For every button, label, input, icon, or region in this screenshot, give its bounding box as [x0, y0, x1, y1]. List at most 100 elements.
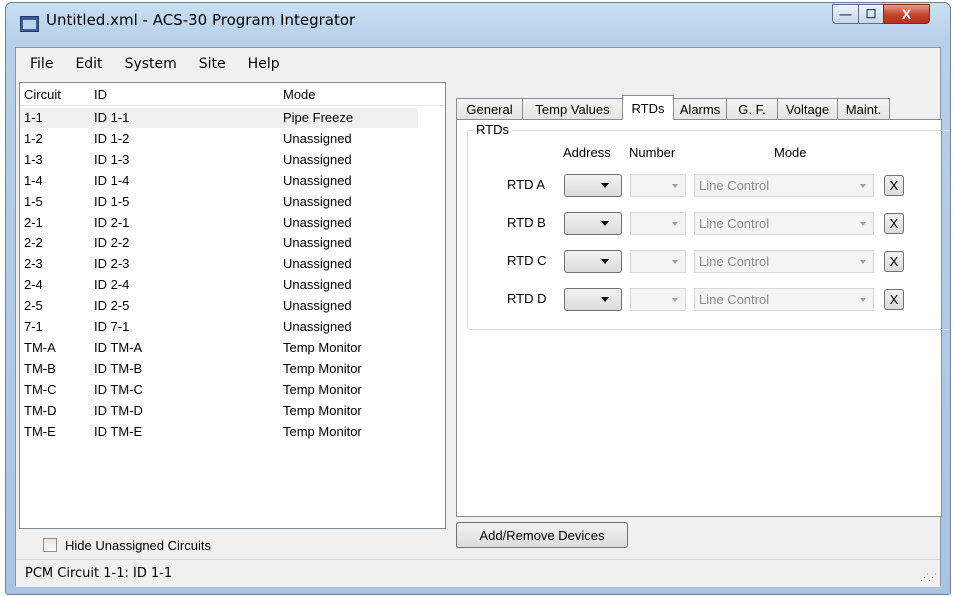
- menu-system[interactable]: System: [114, 54, 188, 74]
- tab-temp-values[interactable]: Temp Values: [522, 98, 623, 119]
- number-dropdown[interactable]: [630, 288, 686, 311]
- table-row[interactable]: 2-3 ID 2-3 Unassigned: [20, 254, 445, 274]
- remove-rtd-button[interactable]: X: [884, 213, 904, 234]
- app-icon: [20, 16, 39, 32]
- id-cell: ID 2-5: [94, 298, 130, 314]
- mode-cell: Unassigned: [283, 130, 352, 146]
- rtd-label: RTD D: [507, 291, 547, 306]
- circuit-cell: 2-5: [24, 298, 43, 314]
- mode-dropdown[interactable]: Line Control: [694, 212, 874, 235]
- close-button[interactable]: X: [883, 4, 930, 24]
- chevron-down-icon: [672, 222, 678, 226]
- circuit-cell: 1-1: [24, 110, 43, 125]
- table-row[interactable]: TM-C ID TM-C Temp Monitor: [20, 380, 445, 400]
- tab-rtds[interactable]: RTDs: [622, 95, 674, 120]
- mode-dropdown[interactable]: Line Control: [694, 288, 874, 311]
- chevron-down-icon: [672, 298, 678, 302]
- column-header-id[interactable]: ID: [94, 87, 107, 102]
- id-cell: ID TM-A: [94, 339, 143, 355]
- id-cell: ID TM-E: [94, 423, 143, 439]
- table-row[interactable]: TM-D ID TM-D Temp Monitor: [20, 401, 445, 421]
- table-row[interactable]: 2-4 ID 2-4 Unassigned: [20, 275, 445, 295]
- tab-maint[interactable]: Maint.: [837, 98, 890, 119]
- mode-dropdown[interactable]: Line Control: [694, 174, 874, 197]
- table-row[interactable]: TM-A ID TM-A Temp Monitor: [20, 338, 445, 358]
- chevron-down-icon: [860, 298, 866, 302]
- mode-cell: Temp Monitor: [283, 360, 362, 376]
- id-cell: ID 2-3: [94, 256, 130, 272]
- rtds-group-title: RTDs: [473, 122, 512, 137]
- minimize-button[interactable]: —: [832, 4, 859, 24]
- table-row[interactable]: 2-2 ID 2-2 Unassigned: [20, 233, 445, 253]
- tab-general[interactable]: General: [456, 98, 523, 119]
- table-row[interactable]: 1-3 ID 1-3 Unassigned: [20, 150, 445, 170]
- table-row[interactable]: 1-4 ID 1-4 Unassigned: [20, 171, 445, 191]
- menu-edit[interactable]: Edit: [64, 54, 113, 74]
- address-dropdown[interactable]: [564, 250, 622, 273]
- address-dropdown[interactable]: [564, 174, 622, 197]
- tab-alarms[interactable]: Alarms: [673, 98, 727, 119]
- mode-cell: Unassigned: [283, 172, 352, 188]
- remove-rtd-button[interactable]: X: [884, 251, 904, 272]
- table-row[interactable]: 2-1 ID 2-1 Unassigned: [20, 213, 445, 233]
- table-row[interactable]: 1-1 ID 1-1 Pipe Freeze: [20, 108, 418, 128]
- status-text: PCM Circuit 1-1: ID 1-1: [25, 566, 173, 581]
- circuit-cell: 2-3: [24, 256, 43, 272]
- chevron-down-icon: [601, 183, 609, 188]
- menu-site[interactable]: Site: [188, 54, 237, 74]
- table-row[interactable]: 1-5 ID 1-5 Unassigned: [20, 192, 445, 212]
- rtd-label: RTD A: [507, 177, 546, 192]
- app-window: Untitled.xml - ACS-30 Program Integrator…: [5, 2, 951, 595]
- table-row[interactable]: 7-1 ID 7-1 Unassigned: [20, 317, 445, 337]
- circuit-cell: 7-1: [24, 319, 43, 334]
- mode-cell: Unassigned: [283, 319, 352, 334]
- mode-cell: Temp Monitor: [283, 339, 362, 355]
- id-cell: ID TM-D: [94, 402, 143, 418]
- mode-cell: Unassigned: [283, 214, 352, 230]
- column-header-circuit[interactable]: Circuit: [24, 87, 61, 102]
- menu-file[interactable]: File: [16, 54, 64, 74]
- column-header-mode[interactable]: Mode: [283, 87, 316, 102]
- number-dropdown[interactable]: [630, 212, 686, 235]
- chevron-down-icon: [601, 259, 609, 264]
- circuit-list[interactable]: Circuit ID Mode 1-1 ID 1-1 Pipe Freeze 1-2 I…: [19, 82, 446, 529]
- mode-value: Line Control: [699, 178, 770, 193]
- remove-rtd-button[interactable]: X: [884, 175, 904, 196]
- id-cell: ID 1-3: [94, 151, 130, 167]
- table-row[interactable]: TM-B ID TM-B Temp Monitor: [20, 359, 445, 379]
- number-dropdown[interactable]: [630, 174, 686, 197]
- table-row[interactable]: 1-2 ID 1-2 Unassigned: [20, 129, 445, 149]
- hide-unassigned-label[interactable]: Hide Unassigned Circuits: [65, 538, 211, 553]
- mode-cell: Pipe Freeze: [283, 110, 354, 125]
- number-dropdown[interactable]: [630, 250, 686, 273]
- rtds-group: RTDs Address Number Mode RTD A Line Contr…: [467, 122, 950, 330]
- menu-help[interactable]: Help: [237, 54, 291, 74]
- remove-rtd-button[interactable]: X: [884, 289, 904, 310]
- circuit-cell: TM-C: [24, 381, 57, 397]
- circuit-cell: 2-1: [24, 214, 43, 230]
- maximize-button[interactable]: ☐: [858, 4, 884, 24]
- hide-unassigned-checkbox[interactable]: [43, 538, 57, 552]
- title-bar[interactable]: Untitled.xml - ACS-30 Program Integrator…: [6, 3, 950, 47]
- tab-gf[interactable]: G. F.: [726, 98, 778, 119]
- mode-cell: Unassigned: [283, 151, 352, 167]
- id-cell: ID 1-5: [94, 193, 130, 209]
- circuit-cell: 1-5: [24, 193, 43, 209]
- chevron-down-icon: [860, 184, 866, 188]
- mode-cell: Unassigned: [283, 277, 352, 293]
- circuit-cell: 2-4: [24, 277, 43, 293]
- id-cell: ID 1-4: [94, 172, 130, 188]
- mode-value: Line Control: [699, 254, 770, 269]
- id-cell: ID 1-1: [94, 110, 130, 125]
- tab-voltage[interactable]: Voltage: [777, 98, 838, 119]
- resize-grip-icon[interactable]: ⋰⋰: [920, 572, 937, 583]
- address-dropdown[interactable]: [564, 288, 622, 311]
- address-dropdown[interactable]: [564, 212, 622, 235]
- add-remove-devices-button[interactable]: Add/Remove Devices: [456, 522, 628, 548]
- mode-cell: Temp Monitor: [283, 381, 362, 397]
- table-row[interactable]: 2-5 ID 2-5 Unassigned: [20, 296, 445, 316]
- mode-dropdown[interactable]: Line Control: [694, 250, 874, 273]
- hide-unassigned-row[interactable]: Hide Unassigned Circuits: [43, 534, 211, 556]
- id-cell: ID 2-1: [94, 214, 130, 230]
- table-row[interactable]: TM-E ID TM-E Temp Monitor: [20, 422, 445, 442]
